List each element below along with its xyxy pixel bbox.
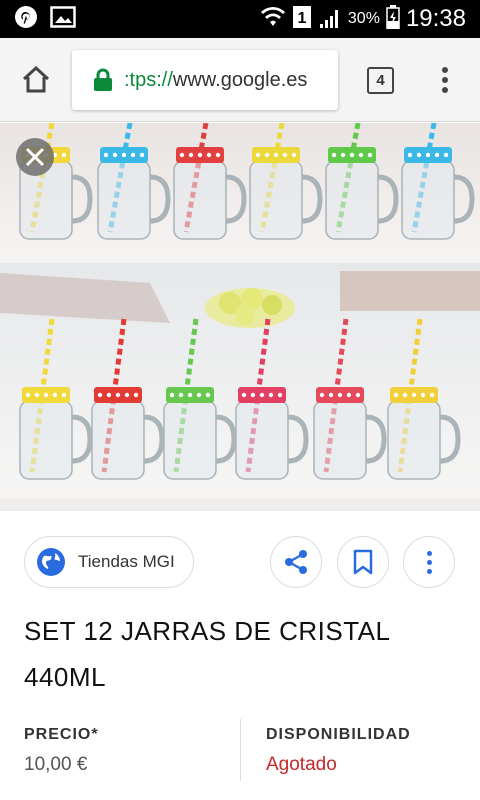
clock: 19:38: [405, 5, 466, 32]
status-bar: 1 30% 19:38: [0, 0, 480, 38]
sim-badge: 1: [297, 10, 306, 27]
url-host: www.google.es: [172, 68, 308, 91]
jars-illustration: [0, 123, 480, 511]
home-icon: [22, 65, 50, 93]
source-chip[interactable]: Tiendas MGI: [24, 536, 194, 588]
battery-percent: 30%: [347, 10, 380, 27]
close-image-button[interactable]: [16, 138, 54, 176]
availability-value: Agotado: [266, 754, 337, 775]
more-options-button[interactable]: [403, 536, 455, 588]
close-icon: [25, 147, 45, 167]
browser-toolbar: :tps://www.google.es 4: [0, 38, 480, 122]
signal-icon: [318, 6, 342, 33]
bookmark-icon: [353, 549, 373, 575]
url-text: :tps://www.google.es: [124, 69, 307, 92]
source-name: Tiendas MGI: [78, 552, 175, 571]
browser-menu-button[interactable]: [434, 64, 456, 96]
tab-count: 4: [376, 72, 385, 89]
oven: [340, 271, 480, 311]
globe-icon: [37, 548, 65, 576]
battery-icon: [386, 4, 400, 34]
more-vert-icon: [426, 550, 432, 574]
wifi-icon: [260, 6, 286, 33]
lock-icon: [94, 68, 112, 91]
image-notification-icon: [50, 5, 76, 33]
availability-label: DISPONIBILIDAD: [266, 726, 411, 743]
share-icon: [285, 550, 307, 574]
price-value: 10,00 €: [24, 754, 88, 775]
share-button[interactable]: [270, 536, 322, 588]
pinterest-icon: [14, 5, 38, 34]
url-scheme: :tps://: [124, 68, 173, 91]
bookmark-button[interactable]: [337, 536, 389, 588]
home-button[interactable]: [18, 62, 54, 98]
address-bar[interactable]: :tps://www.google.es: [72, 50, 338, 110]
sim-icon: 1: [292, 5, 312, 34]
product-image[interactable]: [0, 123, 480, 511]
price-label: PRECIO*: [24, 726, 99, 743]
info-divider: [240, 719, 241, 781]
product-title: SET 12 JARRAS DE CRISTAL 440ML: [24, 616, 390, 692]
tab-switcher-button[interactable]: 4: [367, 67, 394, 94]
